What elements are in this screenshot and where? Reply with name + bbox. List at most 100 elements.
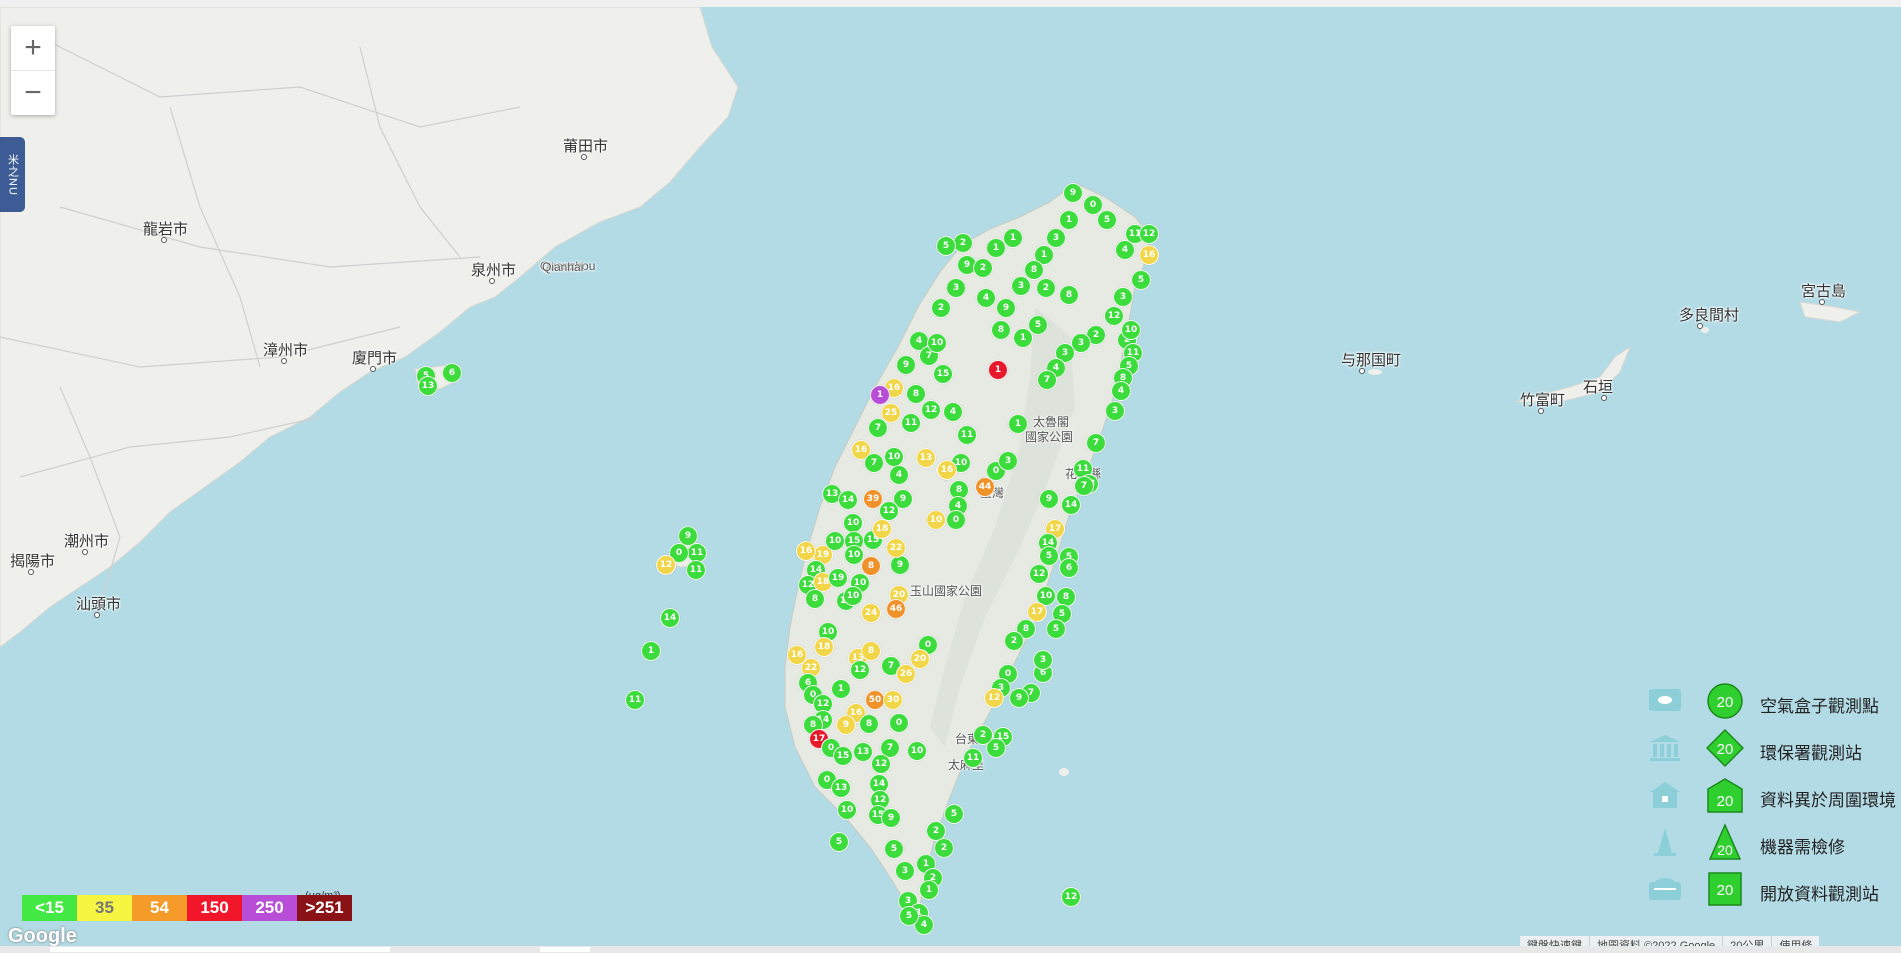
sensor-marker[interactable]: 6 [1059,558,1079,578]
sensor-marker[interactable]: 1 [870,385,890,405]
side-panel-tab[interactable]: 米之NU [0,137,25,212]
sensor-marker[interactable]: 7 [1086,433,1106,453]
sensor-marker[interactable]: 4 [889,465,909,485]
sensor-marker[interactable]: 15 [933,364,953,384]
sensor-marker[interactable]: 5 [1097,210,1117,230]
horizontal-scrollbar[interactable] [0,946,1901,953]
sensor-marker[interactable]: 9 [1039,489,1059,509]
sensor-marker[interactable]: 1 [919,880,939,900]
sensor-marker[interactable]: 3 [895,861,915,881]
sensor-marker[interactable]: 9 [996,298,1016,318]
zoom-out-button[interactable]: − [11,70,55,115]
sensor-marker[interactable]: 10 [837,800,857,820]
sensor-marker[interactable]: 20 [910,649,930,669]
sensor-marker[interactable]: 6 [442,363,462,383]
sensor-marker[interactable]: 12 [850,660,870,680]
sensor-marker[interactable]: 11 [901,413,921,433]
sensor-marker[interactable]: 3 [1046,228,1066,248]
sensor-marker[interactable]: 13 [831,778,851,798]
sensor-marker[interactable]: 11 [686,560,706,580]
sensor-marker[interactable]: 8 [906,384,926,404]
zoom-in-button[interactable]: + [11,26,55,70]
sensor-marker[interactable]: 3 [946,278,966,298]
sensor-marker[interactable]: 1 [1059,210,1079,230]
sensor-marker[interactable]: 16 [1139,245,1159,265]
sensor-marker[interactable]: 2 [973,725,993,745]
sensor-marker[interactable]: 5 [1131,270,1151,290]
sensor-marker[interactable]: 10 [843,513,863,533]
sensor-marker[interactable]: 24 [861,603,881,623]
sensor-marker[interactable]: 8 [861,641,881,661]
sensor-marker[interactable]: 5 [829,832,849,852]
sensor-marker[interactable]: 8 [1059,285,1079,305]
sensor-marker[interactable]: 14 [660,608,680,628]
scrollbar-thumb[interactable] [50,947,390,952]
sensor-marker[interactable]: 9 [896,355,916,375]
sensor-marker[interactable]: 9 [1009,688,1029,708]
sensor-marker[interactable]: 1 [641,641,661,661]
sensor-marker[interactable]: 1 [1008,414,1028,434]
sensor-marker[interactable]: 9 [890,555,910,575]
sensor-marker[interactable]: 15 [833,746,853,766]
sensor-marker[interactable]: 7 [868,418,888,438]
sensor-marker[interactable]: 4 [943,402,963,422]
sensor-marker[interactable]: 4 [976,288,996,308]
sensor-marker[interactable]: 12 [1061,887,1081,907]
sensor-marker[interactable]: 1 [1003,228,1023,248]
sensor-marker[interactable]: 5 [899,906,919,926]
sensor-marker[interactable]: 22 [886,538,906,558]
sensor-marker[interactable]: 12 [921,400,941,420]
sensor-marker[interactable]: 8 [859,714,879,734]
sensor-marker[interactable]: 7 [864,453,884,473]
sensor-marker[interactable]: 3 [998,451,1018,471]
sensor-marker[interactable]: 12 [1139,224,1159,244]
sensor-marker[interactable]: 2 [1004,631,1024,651]
scrollbar-thumb-secondary[interactable] [540,947,590,952]
sensor-marker[interactable]: 18 [872,519,892,539]
sensor-marker[interactable]: 4 [1111,381,1131,401]
sensor-marker[interactable]: 1 [988,360,1008,380]
sensor-marker[interactable]: 16 [796,541,816,561]
map-canvas[interactable]: 莆田市 龍岩市 泉州市 Quanzhou Qianhai 漳州市 廈門市 潮州市 揭陽市 汕頭市宮… [0,7,1901,946]
sensor-marker[interactable]: 18 [814,637,834,657]
sensor-marker[interactable]: 3 [1011,276,1031,296]
keyboard-shortcuts-link[interactable]: 鍵盤快速鍵 [1520,936,1589,946]
sensor-marker[interactable]: 5 [1046,619,1066,639]
sensor-marker[interactable]: 10 [1121,320,1141,340]
sensor-marker[interactable]: 10 [825,531,845,551]
sensor-marker[interactable]: 7 [1074,476,1094,496]
sensor-marker[interactable]: 10 [907,741,927,761]
sensor-marker[interactable]: 2 [973,258,993,278]
sensor-marker[interactable]: 4 [1115,240,1135,260]
sensor-marker[interactable]: 11 [957,425,977,445]
sensor-marker[interactable]: 1 [831,679,851,699]
sensor-marker[interactable]: 3 [1113,287,1133,307]
sensor-marker[interactable]: 11 [625,690,645,710]
sensor-marker[interactable]: 5 [1039,546,1059,566]
sensor-marker[interactable]: 9 [1063,183,1083,203]
sensor-marker[interactable]: 3 [1033,650,1053,670]
sensor-marker[interactable]: 13 [916,448,936,468]
sensor-marker[interactable]: 11 [963,748,983,768]
sensor-marker[interactable]: 7 [1037,370,1057,390]
sensor-marker[interactable]: 13 [853,742,873,762]
sensor-marker[interactable]: 2 [934,838,954,858]
sensor-marker[interactable]: 5 [936,236,956,256]
sensor-marker[interactable]: 9 [836,715,856,735]
sensor-marker[interactable]: 13 [418,376,438,396]
sensor-marker[interactable]: 8 [991,320,1011,340]
sensor-marker[interactable]: 5 [884,839,904,859]
sensor-marker[interactable]: 12 [879,501,899,521]
sensor-marker[interactable]: 10 [884,447,904,467]
sensor-marker[interactable]: 19 [828,568,848,588]
sensor-marker[interactable]: 10 [843,586,863,606]
sensor-marker[interactable]: 2 [1036,278,1056,298]
sensor-marker[interactable]: 12 [656,555,676,575]
sensor-marker[interactable]: 2 [931,298,951,318]
sensor-marker[interactable]: 2 [953,233,973,253]
sensor-marker[interactable]: 8 [805,589,825,609]
sensor-marker[interactable]: 5 [944,804,964,824]
sensor-marker[interactable]: 10 [927,333,947,353]
sensor-marker[interactable]: 0 [946,510,966,530]
sensor-marker[interactable]: 1 [1013,328,1033,348]
